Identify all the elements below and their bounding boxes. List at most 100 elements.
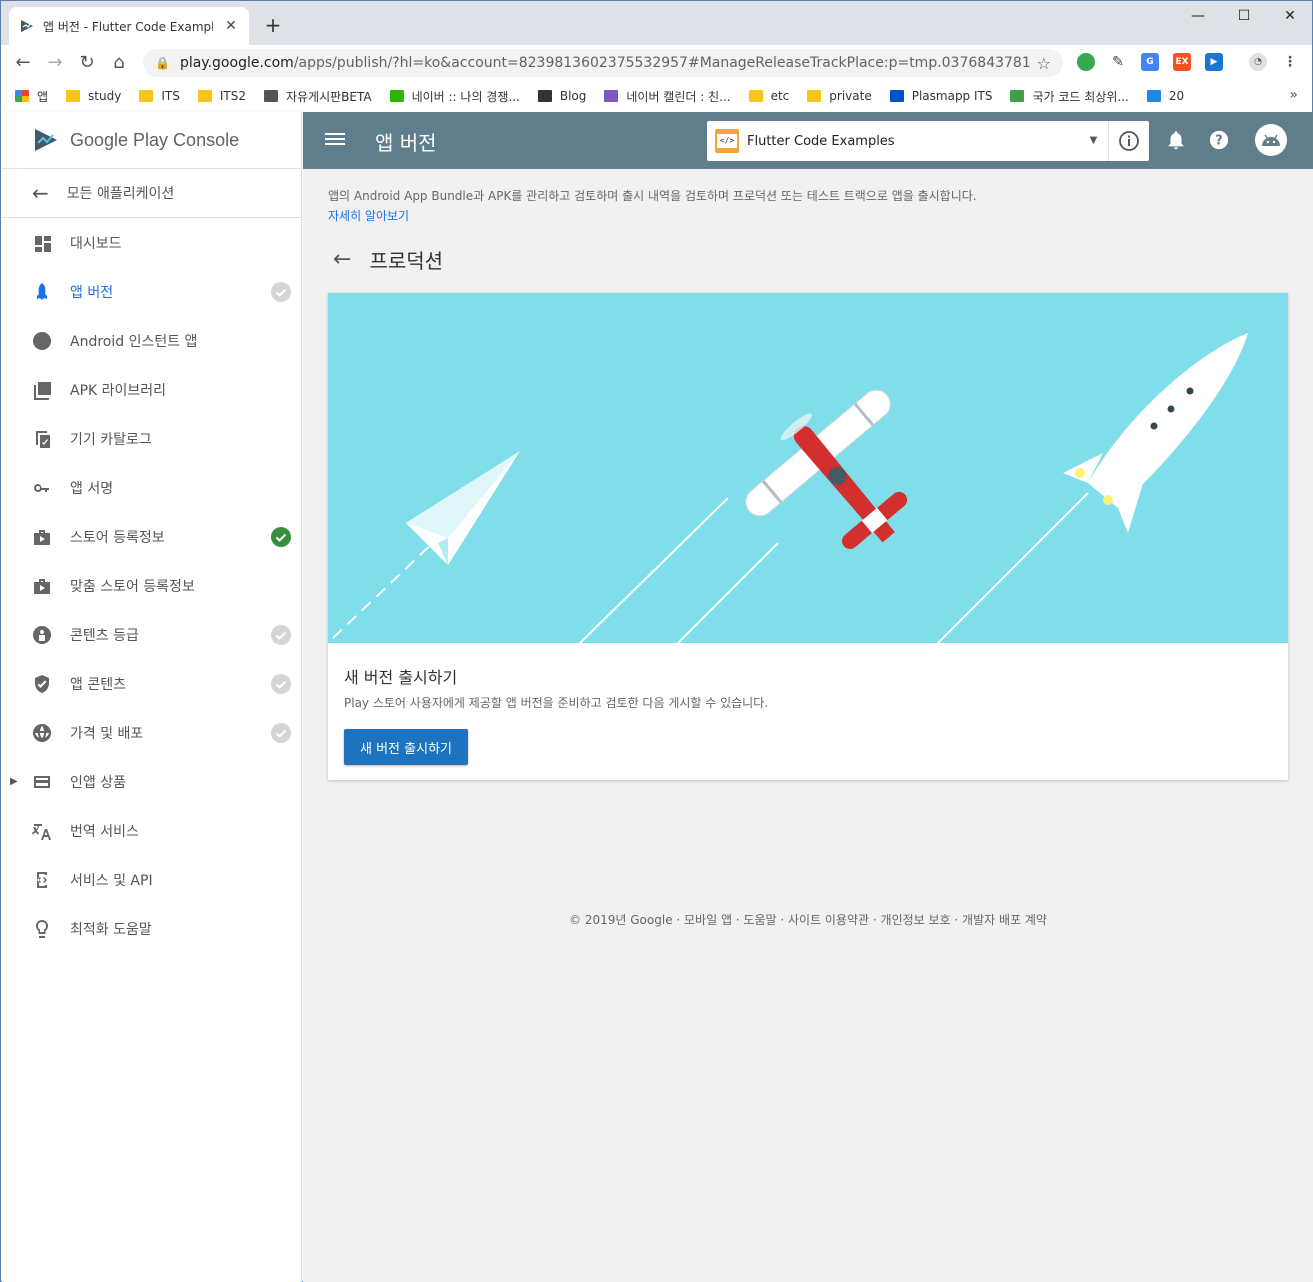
sidebar-item-label: 최적화 도움말	[70, 921, 152, 938]
bookmark-item[interactable]: ITS	[139, 89, 180, 103]
help-icon[interactable]: ?	[1208, 129, 1230, 151]
video-extension-icon[interactable]: ▶	[1205, 53, 1223, 71]
bookmark-label: Blog	[559, 89, 587, 103]
account-avatar[interactable]	[1255, 124, 1287, 156]
lock-icon: 🔒	[155, 56, 170, 70]
sidebar-item[interactable]: 앱 버전	[2, 267, 301, 316]
track-header: ← 프로덕션	[333, 245, 443, 274]
svg-text:?: ?	[1215, 134, 1222, 149]
check-icon	[271, 722, 291, 743]
hamburger-menu-icon[interactable]	[325, 130, 345, 150]
folder-icon	[748, 90, 763, 102]
sidebar-item[interactable]: ▶ 인앱 상품	[2, 757, 301, 806]
ex-extension-icon[interactable]: EX	[1173, 53, 1191, 71]
bookmark-item[interactable]: 20	[1146, 89, 1185, 103]
bookmark-item[interactable]: 자유게시판BETA	[263, 88, 372, 105]
new-tab-button[interactable]: +	[261, 13, 285, 37]
shield-icon	[32, 674, 52, 694]
bookmark-item[interactable]: etc	[748, 89, 789, 103]
sidebar: Google Play Console ← 모든 애플리케이션 대시보드 앱 버전…	[2, 112, 302, 1282]
atlassian-icon	[889, 90, 904, 102]
bookmark-label: private	[829, 89, 872, 103]
sidebar-nav: 대시보드 앱 버전 Android 인스턴트 앱 APK 라이브러리기기 카탈로그앱 …	[2, 218, 301, 953]
notifications-bell-icon[interactable]	[1165, 129, 1187, 151]
bookmark-item[interactable]: private	[807, 89, 872, 103]
sidebar-item-label: 인앱 상품	[70, 774, 126, 791]
close-window-button[interactable]: ✕	[1267, 1, 1313, 31]
bookmarks-overflow-icon[interactable]: »	[1289, 87, 1298, 103]
bookmark-item[interactable]: study	[66, 89, 121, 103]
bookmark-item[interactable]: Blog	[537, 89, 587, 103]
sidebar-item[interactable]: 기기 카탈로그	[2, 414, 301, 463]
app-selector[interactable]: Flutter Code Examples ▼	[707, 121, 1149, 161]
browser-menu-icon[interactable]: ⋮	[1281, 53, 1299, 71]
dashboard-icon	[32, 233, 52, 253]
sidebar-item[interactable]: 가격 및 배포	[2, 708, 301, 757]
app-icon	[715, 129, 739, 153]
bookmark-item[interactable]: 네이버 캘린더 : 친...	[604, 88, 731, 105]
sidebar-item[interactable]: 앱 콘텐츠	[2, 659, 301, 708]
complete-check-icon	[271, 526, 291, 547]
card-description: Play 스토어 사용자에게 제공할 앱 버전을 준비하고 검토한 다음 게시할…	[344, 696, 769, 710]
tab-close-icon[interactable]: ✕	[223, 18, 239, 34]
tab-strip: 앱 버전 - Flutter Code Example ✕ + — ☐ ✕	[1, 1, 1312, 45]
naver-icon	[389, 90, 404, 102]
card-title: 새 버전 출시하기	[344, 668, 458, 687]
back-arrow-icon[interactable]: ←	[333, 247, 351, 272]
bookmark-label: 네이버 캘린더 : 친...	[626, 89, 731, 104]
lightbulb-icon	[32, 919, 52, 939]
extension-green-icon[interactable]	[1077, 53, 1095, 71]
dots-icon	[537, 90, 552, 102]
page-title: 앱 버전	[375, 131, 437, 155]
create-release-button[interactable]: 새 버전 출시하기	[344, 729, 468, 765]
app-name: Flutter Code Examples	[747, 133, 895, 149]
rating-icon	[32, 625, 52, 645]
sidebar-item[interactable]: 맞춤 스토어 등록정보	[2, 561, 301, 610]
bookmark-item[interactable]: Plasmapp ITS	[889, 89, 992, 103]
sidebar-item[interactable]: 콘텐츠 등급	[2, 610, 301, 659]
sidebar-item[interactable]: 번역 서비스	[2, 806, 301, 855]
bookmark-item[interactable]: 앱	[15, 88, 48, 105]
reload-icon[interactable]: ↻	[75, 51, 99, 75]
sidebar-item[interactable]: APK 라이브러리	[2, 365, 301, 414]
profile-icon[interactable]: ◔	[1249, 53, 1267, 71]
sidebar-item-label: 앱 서명	[70, 480, 114, 497]
bookmark-item[interactable]: ITS2	[197, 89, 246, 103]
folder-icon	[66, 90, 81, 102]
bookmark-star-icon[interactable]: ☆	[1037, 54, 1051, 73]
learn-more-link[interactable]: 자세히 알아보기	[328, 206, 977, 226]
sidebar-item-label: 가격 및 배포	[70, 725, 144, 742]
sidebar-item-label: 번역 서비스	[70, 823, 139, 840]
brand[interactable]: Google Play Console	[2, 112, 301, 169]
sidebar-item[interactable]: Android 인스턴트 앱	[2, 316, 301, 365]
back-icon[interactable]: ←	[11, 51, 35, 75]
sidebar-item[interactable]: 최적화 도움말	[2, 904, 301, 953]
sidebar-item[interactable]: 대시보드	[2, 218, 301, 267]
address-bar[interactable]: 🔒 play.google.com/apps/publish/?hl=ko&ac…	[143, 49, 1063, 77]
browser-tab[interactable]: 앱 버전 - Flutter Code Example ✕	[9, 7, 249, 45]
release-illustration	[328, 293, 1288, 643]
sidebar-item[interactable]: 앱 서명	[2, 463, 301, 512]
home-icon[interactable]: ⌂	[107, 51, 131, 75]
sidebar-item-label: 앱 콘텐츠	[70, 676, 126, 693]
bookmark-label: 20	[1168, 89, 1185, 103]
sidebar-item-label: 기기 카탈로그	[70, 431, 152, 448]
sidebar-item[interactable]: 스토어 등록정보	[2, 512, 301, 561]
info-icon[interactable]	[1109, 121, 1149, 161]
dropdown-arrow-icon[interactable]: ▼	[1079, 121, 1109, 161]
maximize-button[interactable]: ☐	[1221, 1, 1267, 31]
s-icon	[1146, 90, 1161, 102]
bookmark-item[interactable]: 네이버 :: 나의 경쟁...	[389, 88, 520, 105]
all-apps-link[interactable]: ← 모든 애플리케이션	[2, 169, 301, 218]
forward-icon[interactable]: →	[43, 51, 67, 75]
sidebar-item[interactable]: 서비스 및 API	[2, 855, 301, 904]
sidebar-item-label: APK 라이브러리	[70, 382, 167, 399]
eyedropper-icon[interactable]: ✎	[1109, 53, 1127, 71]
minimize-button[interactable]: —	[1175, 1, 1221, 31]
play-console-logo-icon	[35, 129, 57, 151]
expand-arrow-icon[interactable]: ▶	[10, 776, 18, 787]
library-icon	[32, 380, 52, 400]
translate-extension-icon[interactable]: G	[1141, 53, 1159, 71]
store-icon	[32, 576, 52, 596]
bookmark-item[interactable]: 국가 코드 최상위...	[1010, 88, 1129, 105]
